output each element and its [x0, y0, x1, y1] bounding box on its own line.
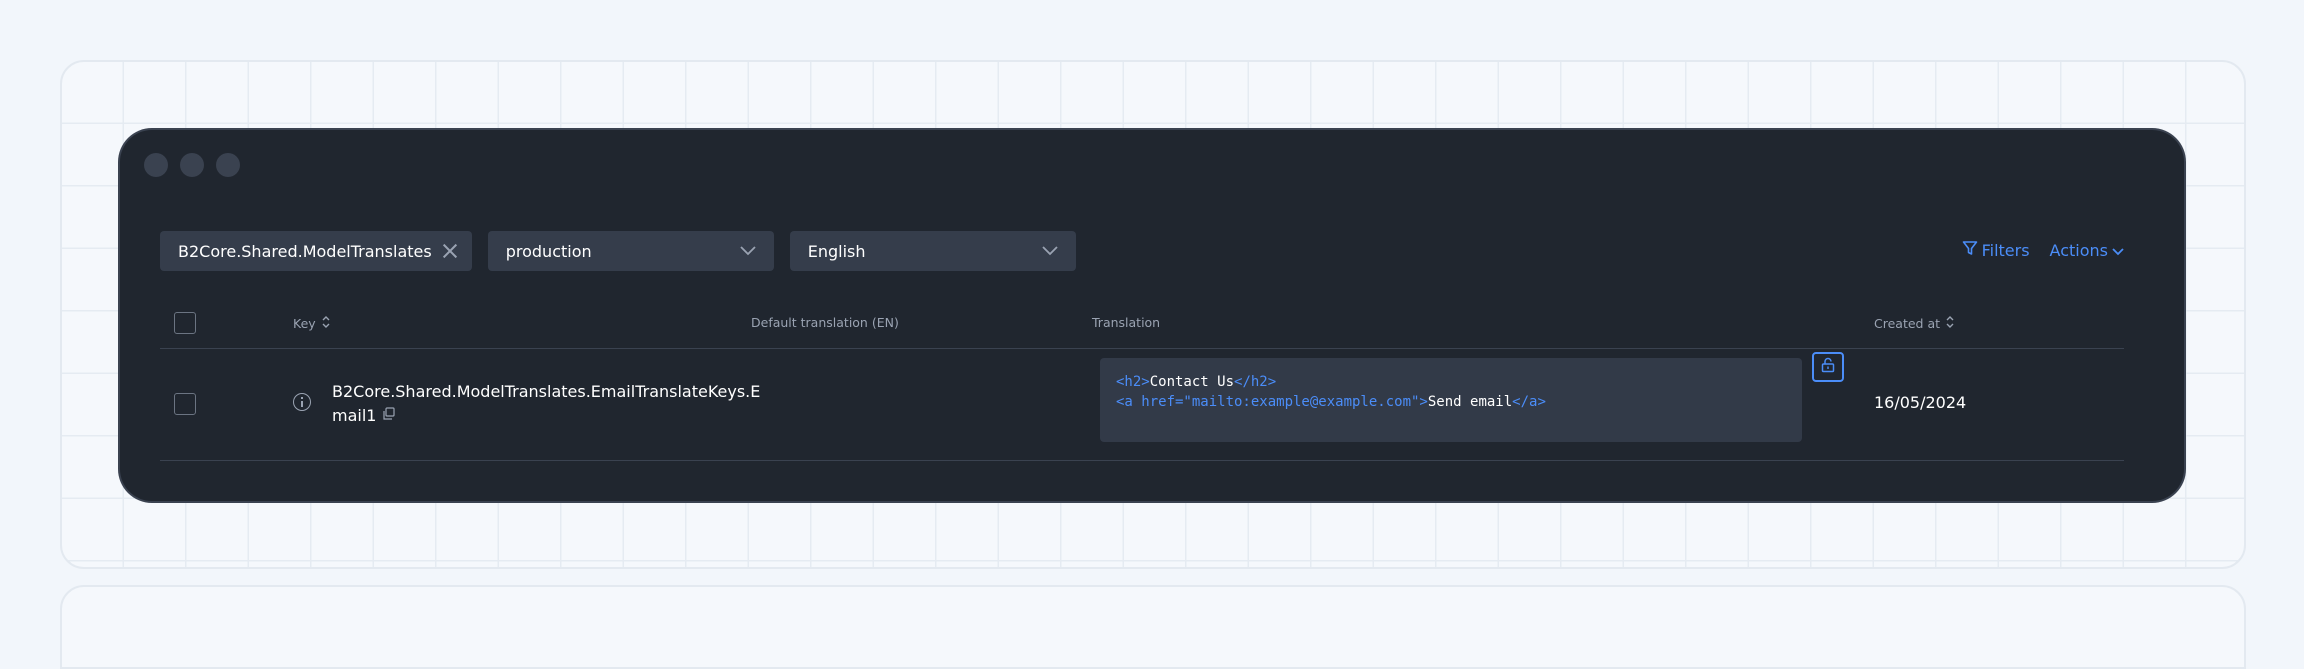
- window-controls: [144, 153, 240, 177]
- filter-icon: [1962, 240, 1978, 260]
- html-tag-token: </h2>: [1234, 374, 1277, 390]
- copy-icon[interactable]: [382, 404, 396, 428]
- column-header-translation: Translation: [1092, 315, 1160, 330]
- translation-line-2: <a href="mailto:example@example.com">Sen…: [1116, 392, 1786, 412]
- filters-button[interactable]: Filters: [1962, 240, 2030, 260]
- sort-icon: [322, 315, 330, 332]
- column-header-default-translation-label: Default translation (EN): [751, 315, 899, 330]
- html-text-token: Send email: [1427, 394, 1513, 410]
- translation-line-1: <h2>Contact Us</h2>: [1116, 372, 1786, 392]
- language-select[interactable]: English: [789, 231, 1076, 271]
- html-text-token: Contact Us: [1149, 374, 1235, 390]
- chevron-down-icon: [1042, 243, 1058, 259]
- column-header-default-translation: Default translation (EN): [751, 315, 899, 330]
- unlock-icon: [1820, 357, 1836, 377]
- sort-icon: [1946, 315, 1954, 332]
- row-checkbox[interactable]: [174, 393, 196, 415]
- translation-key: B2Core.Shared.ModelTranslates.EmailTrans…: [332, 380, 761, 428]
- language-select-value: English: [807, 241, 866, 261]
- html-tag-token: <h2>: [1116, 374, 1150, 390]
- table-header: Key Default translation (EN) Translation…: [160, 300, 2124, 349]
- actions-dropdown[interactable]: Actions: [2050, 241, 2124, 260]
- translation-editor[interactable]: <h2>Contact Us</h2> <a href="mailto:exam…: [1100, 358, 1802, 442]
- table-actions: Filters Actions: [1962, 240, 2124, 260]
- window-close-dot[interactable]: [144, 153, 168, 177]
- html-tag-token: </a>: [1512, 394, 1546, 410]
- column-header-created-at[interactable]: Created at: [1874, 315, 1954, 332]
- namespace-filter-chip[interactable]: B2Core.Shared.ModelTranslates: [160, 231, 472, 271]
- filter-bar: B2Core.Shared.ModelTranslates production…: [160, 231, 1076, 271]
- column-header-key-label: Key: [293, 316, 316, 331]
- select-all-checkbox[interactable]: [174, 312, 196, 334]
- info-icon[interactable]: [293, 393, 311, 411]
- column-header-translation-label: Translation: [1092, 315, 1161, 330]
- app-window: B2Core.Shared.ModelTranslates production…: [120, 130, 2184, 501]
- html-tag-token: <a href="mailto:example@example.com">: [1116, 394, 1428, 410]
- column-header-created-at-label: Created at: [1874, 316, 1941, 331]
- translation-key-line2: mail1: [332, 406, 377, 425]
- window-maximize-dot[interactable]: [216, 153, 240, 177]
- created-at-date: 16/05/2024: [1874, 393, 1967, 412]
- table-row: B2Core.Shared.ModelTranslates.EmailTrans…: [160, 348, 2124, 461]
- window-minimize-dot[interactable]: [180, 153, 204, 177]
- actions-dropdown-label: Actions: [2049, 240, 2108, 260]
- column-header-key[interactable]: Key: [293, 315, 330, 332]
- chevron-down-icon: [740, 243, 756, 259]
- unlock-button[interactable]: [1812, 352, 1844, 382]
- background-card-lower: [60, 585, 2246, 669]
- environment-select-value: production: [505, 241, 592, 261]
- environment-select[interactable]: production: [487, 231, 774, 271]
- chevron-down-icon: [2112, 241, 2124, 260]
- namespace-filter-label: B2Core.Shared.ModelTranslates: [178, 241, 432, 261]
- filters-button-label: Filters: [1981, 240, 2030, 260]
- translation-key-line1: B2Core.Shared.ModelTranslates.EmailTrans…: [332, 382, 761, 401]
- close-icon[interactable]: [442, 243, 458, 259]
